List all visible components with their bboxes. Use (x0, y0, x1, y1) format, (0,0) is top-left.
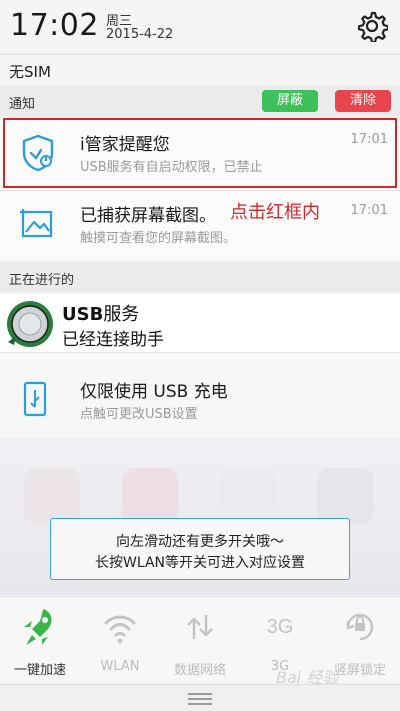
usb-icon (23, 381, 47, 417)
music-app-icon (24, 468, 80, 524)
status-bar: 17:02 周三 2015-4-22 (0, 0, 400, 52)
video-app-icon (122, 468, 178, 524)
tip-line-1: 向左滑动还有更多开关哦～ (116, 534, 284, 550)
block-button[interactable]: 屏蔽 (262, 90, 318, 112)
rocket-icon (24, 609, 52, 645)
notification-time: 17:01 (350, 203, 388, 218)
ongoing-title: 正在进行的 (9, 273, 75, 288)
notification-title: 已捕获屏幕截图。 (80, 206, 216, 226)
handle-icon (188, 693, 212, 708)
usb-service-notification[interactable]: USB服务 已经连接助手 (0, 294, 400, 352)
swipe-tip: 向左滑动还有更多开关哦～ 长按WLAN等开关可进入对应设置 (50, 518, 350, 580)
rotation-lock-icon (346, 613, 374, 641)
notification-screenshot[interactable]: 已捕获屏幕截图。 触摸可查看您的屏幕截图。 17:01 (0, 190, 400, 260)
date: 2015-4-22 (106, 27, 174, 42)
usb-charge-notification[interactable]: 仅限使用 USB 充电 点触可更改USB设置 (0, 352, 400, 438)
sim-label: 无SIM (9, 63, 51, 81)
toggle-label: 数据网络 (173, 663, 226, 678)
usb-charge-subtitle: 点触可更改USB设置 (80, 407, 198, 422)
sim-status: 无SIM (0, 54, 400, 84)
browser-app-icon (318, 468, 374, 524)
svg-text:3G: 3G (267, 616, 294, 638)
toggle-wlan[interactable]: WLAN (80, 605, 160, 677)
gear-icon[interactable] (356, 10, 388, 42)
3g-icon: 3G (267, 616, 294, 638)
usb-service-subtitle: 已经连接助手 (62, 330, 164, 350)
drag-handle[interactable] (0, 684, 400, 711)
data-network-icon (187, 615, 213, 639)
usb-service-icon (7, 301, 53, 347)
annotation-text: 点击红框内 (229, 198, 321, 224)
toggle-label: 一键加速 (13, 663, 66, 678)
toggle-label: WLAN (100, 659, 140, 674)
highlight-box (3, 118, 397, 188)
toggle-speedup[interactable]: 一键加速 (0, 605, 80, 678)
notifications-title: 通知 (9, 97, 36, 112)
wifi-icon (104, 615, 136, 644)
toggle-data-network[interactable]: 数据网络 (160, 605, 240, 678)
quick-toggles: 一键加速 WLAN 数据网络 3G 3G 竖屏锁定 (0, 596, 400, 682)
usb-charge-title: 仅限使用 USB 充电 (80, 382, 228, 402)
clock-time: 17:02 (10, 8, 99, 43)
clear-button[interactable]: 清除 (335, 90, 391, 112)
usb-service-title: USB服务 (62, 304, 140, 325)
mail-app-icon (220, 468, 276, 524)
notifications-header: 通知 屏蔽 清除 (0, 86, 400, 116)
tip-line-2: 长按WLAN等开关可进入对应设置 (94, 555, 305, 571)
ongoing-header: 正在进行的 (0, 262, 400, 292)
screenshot-icon (20, 209, 53, 238)
notification-subtitle: 触摸可查看您的屏幕截图。 (80, 231, 237, 246)
